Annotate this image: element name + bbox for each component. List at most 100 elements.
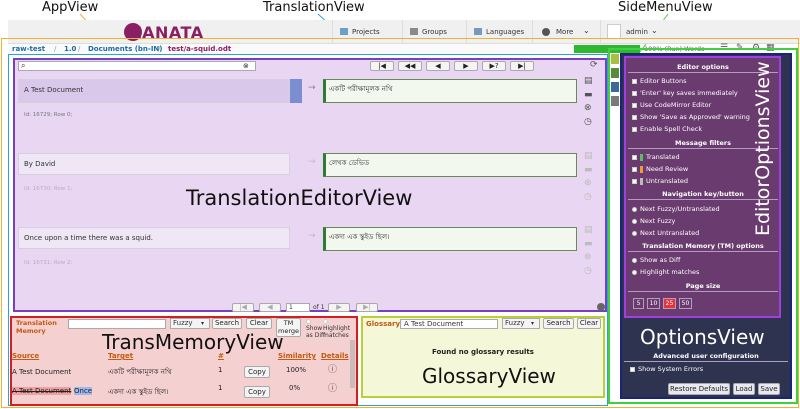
nav-next-button[interactable]: ▶: [454, 61, 478, 71]
page-last-button[interactable]: ▶|: [356, 303, 378, 312]
copy-source-icon[interactable]: →: [308, 84, 316, 93]
history-icon[interactable]: ◷: [584, 267, 592, 276]
source-cell-0[interactable]: A Test Document: [18, 79, 290, 103]
source-text: Once upon a time there was a squid.: [24, 234, 153, 242]
target-text: একদা এক স্কুইড ছিল।: [329, 233, 390, 241]
tm-copy-button[interactable]: Copy: [244, 386, 270, 398]
history-icon[interactable]: ◷: [584, 193, 592, 202]
nav-next-fuzzy[interactable]: Next Fuzzy: [632, 217, 675, 225]
tm-highlight-option[interactable]: Highlight matches: [323, 318, 357, 339]
tm-copy-button[interactable]: Copy: [244, 366, 270, 378]
page-size-5[interactable]: 5: [633, 298, 644, 309]
fuzzy-icon[interactable]: ▬: [584, 91, 593, 100]
copy-source-icon[interactable]: →: [308, 158, 316, 167]
tm-option-highlight[interactable]: Highlight matches: [632, 268, 699, 276]
breadcrumb-version[interactable]: 1.0: [64, 45, 76, 53]
nav-next-fuzzy-untranslated[interactable]: Next Fuzzy/Untranslated: [632, 205, 720, 213]
page-size-10[interactable]: 10: [647, 298, 660, 309]
tm-mode-select[interactable]: Fuzzy ▾: [170, 318, 210, 329]
tm-search-button[interactable]: Search: [212, 318, 242, 329]
page-number-input[interactable]: 1: [286, 303, 310, 312]
save-icon[interactable]: ▤: [584, 152, 593, 161]
filter-untranslated[interactable]: Untranslated: [632, 177, 688, 185]
checkbox-icon: [632, 154, 637, 160]
option-label: Use CodeMirror Editor: [640, 101, 712, 109]
tm-col-details[interactable]: Details: [321, 352, 349, 360]
filter-translated[interactable]: Translated: [632, 153, 680, 161]
option-system-errors[interactable]: Show System Errors: [630, 365, 703, 373]
restore-defaults-button[interactable]: Restore Defaults: [668, 383, 730, 395]
fuzzy-icon[interactable]: ▬: [584, 240, 593, 249]
filter-need-review[interactable]: Need Review: [632, 165, 688, 173]
glossary-mode-select[interactable]: Fuzzy ▾: [502, 318, 540, 329]
cancel-icon[interactable]: ⊗: [584, 253, 592, 262]
breadcrumb-documents[interactable]: Documents (bn-IN): [88, 45, 163, 53]
breadcrumb-project[interactable]: raw-test: [12, 45, 45, 53]
glossary-search-input[interactable]: A Test Document: [400, 319, 498, 329]
option-enter-saves[interactable]: 'Enter' key saves immediately: [632, 89, 738, 97]
chevron-down-icon: ⌄: [583, 26, 590, 35]
copy-source-icon[interactable]: →: [308, 232, 316, 241]
search-icon: ⌕: [21, 61, 26, 70]
option-label: Show 'Save as Approved' warning: [640, 113, 750, 121]
nav-next-untranslated[interactable]: Next Untranslated: [632, 229, 699, 237]
tab-chat[interactable]: [611, 82, 619, 92]
tab-editor-options[interactable]: [611, 54, 619, 64]
tab-notifications[interactable]: [611, 96, 619, 106]
option-label: 'Enter' key saves immediately: [640, 89, 738, 97]
option-codemirror[interactable]: Use CodeMirror Editor: [632, 101, 711, 109]
target-input-0[interactable]: একটি পরীক্ষামূলক নথি: [323, 79, 577, 103]
radio-icon: [632, 257, 637, 263]
collapse-icon[interactable]: [597, 303, 605, 311]
advanced-header: Advanced user configuration: [624, 352, 788, 362]
page-size-50[interactable]: 50: [679, 298, 692, 309]
source-text: By David: [24, 160, 56, 168]
target-input-2[interactable]: একদা এক স্কুইড ছিল।: [323, 227, 577, 251]
option-approved-warning[interactable]: Show 'Save as Approved' warning: [632, 113, 750, 121]
source-cell-1[interactable]: By David: [18, 153, 290, 175]
fuzzy-icon[interactable]: ▬: [584, 166, 593, 175]
tm-col-source[interactable]: Source: [12, 352, 39, 360]
page-next-button[interactable]: ▶: [328, 303, 350, 312]
target-input-1[interactable]: লেখক ডেভিড: [323, 153, 577, 177]
cancel-icon[interactable]: ⊗: [584, 104, 592, 113]
checkbox-icon: [632, 90, 637, 96]
page-size-25[interactable]: 25: [663, 298, 676, 309]
nav-groups-label: Groups: [422, 28, 447, 36]
cancel-icon[interactable]: ⊗: [584, 179, 592, 188]
load-button[interactable]: Load: [733, 383, 755, 395]
info-icon[interactable]: ⓘ: [328, 366, 337, 375]
nav-prev-fuzzy-button[interactable]: ◀◀: [398, 61, 422, 71]
tm-option-diff[interactable]: Show as Diff: [632, 256, 680, 264]
history-icon[interactable]: ◷: [584, 118, 592, 127]
save-options-button[interactable]: Save: [758, 383, 780, 395]
select-arrow-icon: ▾: [201, 320, 205, 327]
trans-memory-view-label: TransMemoryView: [102, 330, 284, 354]
status-swatch: [640, 177, 643, 185]
page-first-button[interactable]: |◀: [232, 303, 254, 312]
option-spell-check[interactable]: Enable Spell Check: [632, 125, 702, 133]
tm-clear-button[interactable]: Clear: [246, 318, 272, 329]
nav-prev-button[interactable]: ◀: [426, 61, 450, 71]
nav-last-button[interactable]: ▶|: [510, 61, 534, 71]
tm-search-input[interactable]: [68, 319, 166, 329]
tm-title: Translation Memory: [16, 319, 57, 335]
info-icon[interactable]: ⓘ: [328, 385, 337, 394]
source-cell-2[interactable]: Once upon a time there was a squid.: [18, 227, 290, 249]
editor-search-input[interactable]: ⌕ ⊗: [18, 61, 256, 71]
glossary-clear-button[interactable]: Clear: [577, 318, 601, 329]
nav-first-button[interactable]: |◀: [370, 61, 394, 71]
save-icon[interactable]: ▤: [584, 77, 593, 86]
select-arrow-icon: ▾: [531, 320, 535, 327]
options-view-label: OptionsView: [640, 325, 765, 349]
clear-search-icon[interactable]: ⊗: [243, 62, 249, 70]
nav-next-fuzzy-button[interactable]: ▶?: [482, 61, 506, 71]
page-prev-button[interactable]: ◀: [259, 303, 281, 312]
refresh-icon[interactable]: ⟳: [590, 61, 598, 70]
option-editor-buttons[interactable]: Editor Buttons: [632, 77, 686, 85]
save-icon[interactable]: ▤: [584, 226, 593, 235]
tab-validation[interactable]: [611, 68, 619, 78]
tm-scrollbar[interactable]: [350, 340, 355, 388]
glossary-search-button[interactable]: Search: [543, 318, 574, 329]
option-label: Next Fuzzy: [640, 217, 676, 225]
